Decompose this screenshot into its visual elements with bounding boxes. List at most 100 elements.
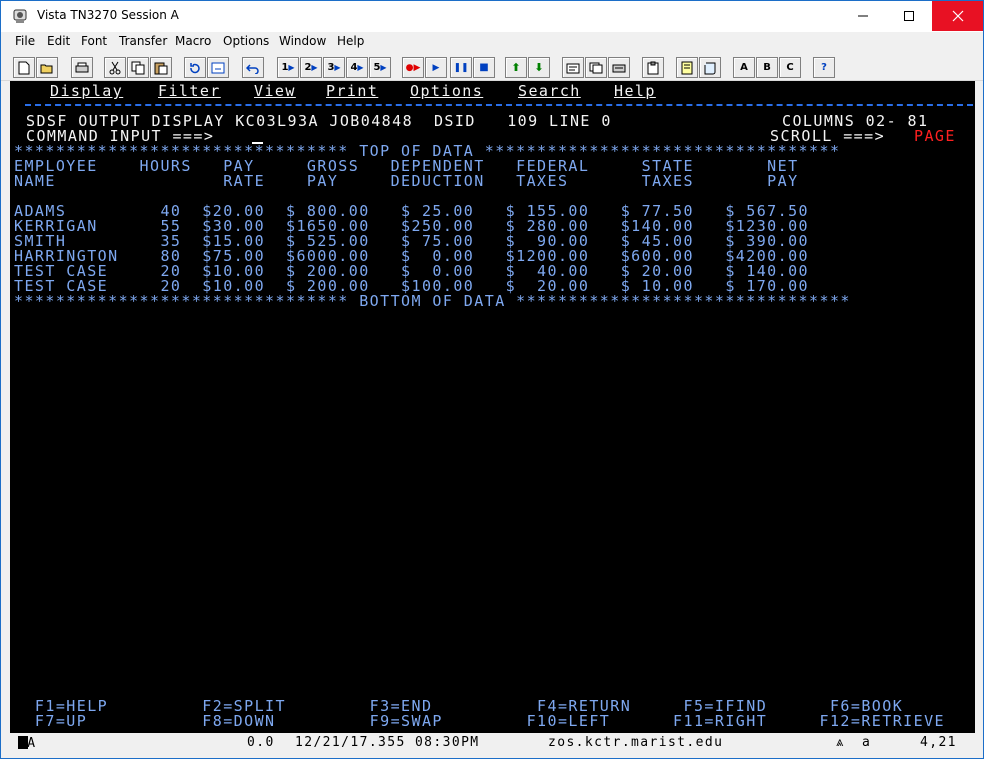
macro-4-label: 4 (350, 62, 358, 73)
terminal-screen[interactable]: Display Filter View Print Options Search Help … (10, 81, 975, 733)
maximize-button[interactable] (886, 1, 932, 31)
menu-edit[interactable]: Edit (47, 34, 70, 48)
menu-bar: File Edit Font Transfer Macro Options Wi… (1, 32, 983, 52)
macro-1-label: 1 (281, 62, 289, 73)
session-button[interactable] (585, 57, 607, 78)
action-view[interactable]: View (254, 84, 296, 99)
reconnect-button[interactable] (207, 57, 229, 78)
play-icon: ▶ (432, 62, 440, 73)
stop-button[interactable]: ■ (473, 57, 495, 78)
pause-icon: ❚❚ (453, 62, 469, 73)
column-header-row-2: NAME RATE PAY DEDUCTION TAXES TAXES PAY (14, 172, 799, 190)
notes-icon (681, 61, 693, 74)
menu-window[interactable]: Window (279, 34, 326, 48)
menu-transfer[interactable]: Transfer (119, 34, 167, 48)
toolbar: 1 ▶ 2 ▶ 3 ▶ 4 ▶ 5 ▶ ●▶ ▶ ❚❚ ■ ⬆ ⬇ A B C ? (1, 53, 983, 81)
menu-help[interactable]: Help (337, 34, 364, 48)
macro-5-button[interactable]: 5 ▶ (369, 57, 391, 78)
keyboard-icon (612, 64, 626, 72)
status-elapsed: 0.0 (247, 735, 275, 750)
minimize-icon (858, 15, 868, 17)
status-host: zos.kctr.marist.edu (548, 735, 724, 750)
title-bar: Vista TN3270 Session A (1, 1, 983, 32)
macro-1-button[interactable]: 1 ▶ (277, 57, 299, 78)
status-mode: a (862, 735, 872, 750)
play-icon: ▶ (311, 63, 318, 72)
key-b-button[interactable]: B (756, 57, 778, 78)
printer-icon (75, 62, 89, 72)
cut-button[interactable] (104, 57, 126, 78)
paste-button[interactable] (150, 57, 172, 78)
session-icon (589, 62, 603, 73)
download-button[interactable]: ⬇ (528, 57, 550, 78)
key-c-label: C (786, 62, 794, 73)
properties-icon (566, 63, 580, 73)
status-datetime: 12/21/17.355 08:30PM (295, 735, 480, 750)
action-bar-separator (25, 104, 973, 106)
macro-2-label: 2 (304, 62, 312, 73)
refresh-button[interactable] (184, 57, 206, 78)
action-options[interactable]: Options (410, 84, 483, 99)
macro-3-button[interactable]: 3 ▶ (323, 57, 345, 78)
pf-keys-row-2: F7=UP F8=DOWN F9=SWAP F10=LEFT F11=RIGHT… (14, 712, 946, 730)
bottom-of-data-marker: ******************************** BOTTOM … (14, 292, 851, 310)
paste-icon (154, 62, 168, 74)
play-icon: ▶ (334, 63, 341, 72)
new-button[interactable] (13, 57, 35, 78)
arrow-up-icon: ⬆ (511, 61, 521, 74)
arrow-down-icon: ⬇ (534, 61, 544, 74)
undo-button[interactable] (242, 57, 264, 78)
keyboard-button[interactable] (608, 57, 630, 78)
clipboard-button[interactable] (642, 57, 664, 78)
scissors-icon (109, 61, 121, 74)
action-display[interactable]: Display (50, 84, 123, 99)
app-icon (13, 9, 27, 23)
help-button[interactable]: ? (813, 57, 835, 78)
cursor-position: 4,21 (920, 735, 957, 750)
action-filter[interactable]: Filter (158, 84, 221, 99)
macro-2-button[interactable]: 2 ▶ (300, 57, 322, 78)
macro-5-label: 5 (373, 62, 381, 73)
properties-button[interactable] (562, 57, 584, 78)
macro-4-button[interactable]: 4 ▶ (346, 57, 368, 78)
scroll-amount-input[interactable]: PAGE (914, 129, 956, 144)
close-button[interactable] (932, 1, 983, 31)
open-button[interactable] (36, 57, 58, 78)
new-file-icon (18, 61, 30, 74)
clipboard-icon (647, 61, 659, 74)
reconnect-icon (211, 62, 225, 73)
maximize-icon (904, 11, 914, 21)
action-help[interactable]: Help (614, 84, 656, 99)
status-bar: MA 0.0 12/21/17.355 08:30PM zos.kctr.mar… (10, 734, 975, 752)
pause-button[interactable]: ❚❚ (450, 57, 472, 78)
refresh-icon (190, 62, 200, 73)
menu-font[interactable]: Font (81, 34, 107, 48)
copy-icon (131, 61, 145, 74)
copy-button[interactable] (127, 57, 149, 78)
action-print[interactable]: Print (326, 84, 378, 99)
menu-file[interactable]: File (15, 34, 35, 48)
minimize-button[interactable] (840, 1, 886, 31)
play-icon: ▶ (288, 63, 295, 72)
menu-macro[interactable]: Macro (175, 34, 211, 48)
action-search[interactable]: Search (518, 84, 581, 99)
open-folder-icon (40, 64, 53, 73)
key-b-label: B (763, 62, 771, 73)
notes-button[interactable] (676, 57, 698, 78)
menu-options[interactable]: Options (223, 34, 269, 48)
upload-button[interactable]: ⬆ (505, 57, 527, 78)
help-label: ? (821, 62, 827, 73)
play-button[interactable]: ▶ (425, 57, 447, 78)
key-c-button[interactable]: C (779, 57, 801, 78)
print-button[interactable] (71, 57, 93, 78)
play-icon: ▶ (357, 63, 364, 72)
script-button[interactable] (699, 57, 721, 78)
key-a-button[interactable]: A (733, 57, 755, 78)
close-icon (952, 10, 963, 22)
stop-icon: ■ (479, 62, 489, 73)
record-button[interactable]: ●▶ (402, 57, 424, 78)
insert-mode-icon: ⩓ (836, 735, 845, 750)
macro-3-label: 3 (327, 62, 335, 73)
cursor-block-icon (18, 736, 28, 749)
undo-icon (246, 63, 259, 74)
